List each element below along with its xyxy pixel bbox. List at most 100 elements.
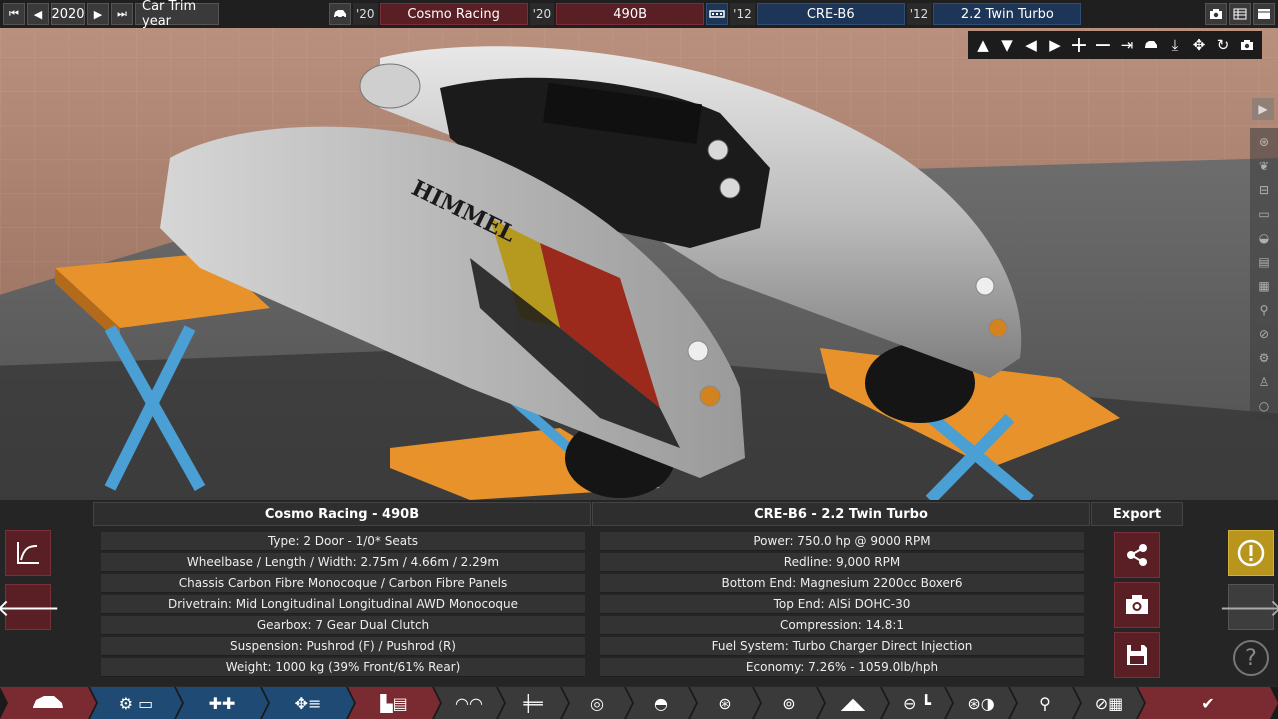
left_panel-row: Weight: 1000 kg (39% Front/61% Rear) (101, 658, 585, 677)
car-intake (359, 63, 421, 109)
settings-icon[interactable]: ⚙ (1252, 346, 1276, 370)
left_panel-row: Chassis Carbon Fibre Monocoque / Carbon … (101, 574, 585, 593)
bottom-navigation: ⚙ ▭ ✚✚ ✥≡ ▙▤ ◠◠ ╪═ ◎ ◓ ⊛ ⊚ ◢◣ ⊖ ┗ ⊛◑ ⚲ ⊘… (0, 687, 1278, 719)
screenshot-icon[interactable] (1205, 3, 1227, 25)
info-panel: 🡐 Cosmo Racing - 490B Type: 2 Door - 1/0… (0, 500, 1278, 686)
axle-icon[interactable]: ⊟ (1252, 178, 1276, 202)
car-scene: HIMMEL (55, 46, 1120, 500)
camera-toolbar: ▲ ▼ ◀ ▶ + − ⇥ ⤓ ✥ ↻ (968, 31, 1262, 59)
engine-year: '12 (730, 3, 755, 25)
menu-icon[interactable] (1253, 3, 1275, 25)
engine-icon[interactable] (706, 3, 729, 25)
next-year-button[interactable]: ▶ (87, 3, 109, 25)
export-photo-button[interactable] (1114, 582, 1160, 628)
engine-variant[interactable]: 2.2 Twin Turbo (933, 3, 1082, 25)
year-display: 2020 (51, 3, 85, 25)
light-front-white (687, 340, 709, 362)
next-button[interactable]: 🡒 (1219, 584, 1278, 630)
nav-car-icon[interactable] (0, 687, 96, 719)
suspension-icon[interactable]: ⚲ (1252, 298, 1276, 322)
nav-car-trim-icon[interactable]: ▙▤ (348, 687, 440, 719)
snap-side-icon[interactable]: ⇥ (1116, 34, 1138, 56)
pedestrian-icon[interactable]: ♙ (1252, 370, 1276, 394)
left_panel-row: Gearbox: 7 Gear Dual Clutch (101, 616, 585, 635)
help-icon[interactable]: ? (1233, 640, 1269, 676)
circle-icon[interactable]: ○ (1252, 394, 1276, 418)
right_panel-row: Compression: 14.8:1 (600, 616, 1084, 635)
left_panel-row: Type: 2 Door - 1/0* Seats (101, 532, 585, 551)
nav-engine-family-icon[interactable]: ⚙ ▭ (90, 687, 182, 719)
export-title: Export (1091, 502, 1183, 526)
car-3d-viewport[interactable]: HIMMEL ▲ ▼ ◀ ▶ + − ⇥ ⤓ ✥ ↻ ▶ ⊛ ❦ ⊟ ▭ ◒ ▤… (0, 28, 1278, 500)
light-front-amber (699, 385, 721, 407)
spreadsheet-icon[interactable] (1229, 3, 1251, 25)
rotate-up-icon[interactable]: ▲ (972, 34, 994, 56)
spring-icon[interactable]: ❦ (1252, 154, 1276, 178)
zoom-in-icon[interactable]: + (1068, 33, 1090, 58)
nav-suspension-icon[interactable]: ⚲ (1010, 687, 1080, 719)
nav-wheel-icon[interactable]: ⊛ (690, 687, 760, 719)
prev-year-button[interactable]: ◀ (27, 3, 49, 25)
car-icon[interactable] (329, 3, 351, 25)
nav-trim-icon[interactable]: ◓ (626, 687, 696, 719)
engine-family[interactable]: CRE-B6 (756, 3, 905, 25)
left_panel-row: Wheelbase / Length / Width: 2.75m / 4.66… (101, 553, 585, 572)
model-year: '20 (529, 3, 555, 25)
lower-icon[interactable]: ⤓ (1164, 34, 1186, 56)
body-icon[interactable]: ◒ (1252, 226, 1276, 250)
panel-icon[interactable]: ▭ (1252, 202, 1276, 226)
nav-engine-tune-icon[interactable]: ✥≡ (262, 687, 354, 719)
lift-left (55, 253, 270, 491)
right_panel-row: Fuel System: Turbo Charger Direct Inject… (600, 637, 1084, 656)
left_panel-row: Suspension: Pushrod (F) / Pushrod (R) (101, 637, 585, 656)
car-view-icon[interactable] (1140, 34, 1162, 56)
light-top-2 (719, 177, 741, 199)
nav-finish-icon[interactable]: ✔ (1138, 687, 1278, 719)
first-year-button[interactable]: ⏮ (3, 3, 25, 25)
rotate-left-icon[interactable]: ◀ (1020, 34, 1042, 56)
pan-icon[interactable]: ✥ (1188, 34, 1210, 56)
export-save-button[interactable] (1114, 632, 1160, 678)
light-rear-amber (988, 318, 1008, 338)
nav-body-icon[interactable]: ◠◠ (434, 687, 504, 719)
right_panel-row: Bottom End: Magnesium 2200cc Boxer6 (600, 574, 1084, 593)
right_panel-row: Power: 750.0 hp @ 9000 RPM (600, 532, 1084, 551)
left_panel-row: Drivetrain: Mid Longitudinal Longitudina… (101, 595, 585, 614)
nav-drivetrain-icon[interactable]: ⊛◑ (946, 687, 1016, 719)
light-rear-white (975, 276, 995, 296)
nav-testing-icon[interactable]: ⊘▦ (1074, 687, 1144, 719)
car-year: '20 (353, 3, 378, 25)
top-bar: ⏮ ◀ 2020 ▶ ⏭ Car Trim year '20 Cosmo Rac… (0, 0, 1278, 29)
nav-aero-icon[interactable]: ◢◣ (818, 687, 888, 719)
graph-button[interactable] (5, 530, 51, 576)
variant-year: '12 (906, 3, 932, 25)
camera-icon[interactable] (1236, 34, 1258, 56)
engine-specs-title: CRE-B6 - 2.2 Twin Turbo (592, 502, 1090, 526)
wheel-icon[interactable]: ⊛ (1252, 130, 1276, 154)
rotate-right-icon[interactable]: ▶ (1044, 34, 1066, 56)
nav-fixtures-icon[interactable]: ◎ (562, 687, 632, 719)
right_panel-row: Economy: 7.26% - 1059.0lb/hph (600, 658, 1084, 677)
warning-button[interactable] (1228, 530, 1274, 576)
light-top-1 (707, 139, 729, 161)
last-year-button[interactable]: ⏭ (111, 3, 133, 25)
nav-interior-icon[interactable]: ⊖ ┗ (882, 687, 952, 719)
no-entry-icon[interactable]: ⊘ (1252, 322, 1276, 346)
interior-icon[interactable]: ▤ (1252, 250, 1276, 274)
right_panel-row: Redline: 9,000 RPM (600, 553, 1084, 572)
side-tool-strip: ⊛ ❦ ⊟ ▭ ◒ ▤ ▦ ⚲ ⊘ ⚙ ♙ ○ (1250, 128, 1278, 420)
nav-chassis-icon[interactable]: ╪═ (498, 687, 568, 719)
rotate-down-icon[interactable]: ▼ (996, 34, 1018, 56)
export-share-button[interactable] (1114, 532, 1160, 578)
reset-view-icon[interactable]: ↻ (1212, 34, 1234, 56)
right_panel-row: Top End: AlSi DOHC-30 (600, 595, 1084, 614)
back-button[interactable]: 🡐 (0, 584, 60, 630)
zoom-out-icon[interactable]: − (1092, 33, 1114, 58)
company-name[interactable]: Cosmo Racing (379, 3, 528, 25)
engine-bay-icon[interactable]: ▦ (1252, 274, 1276, 298)
model-name[interactable]: 490B (556, 3, 705, 25)
side-panel-toggle-icon[interactable]: ▶ (1252, 98, 1274, 120)
nav-brake-icon[interactable]: ⊚ (754, 687, 824, 719)
nav-engine-parts-icon[interactable]: ✚✚ (176, 687, 268, 719)
trim-year-label: Car Trim year (135, 0, 219, 29)
